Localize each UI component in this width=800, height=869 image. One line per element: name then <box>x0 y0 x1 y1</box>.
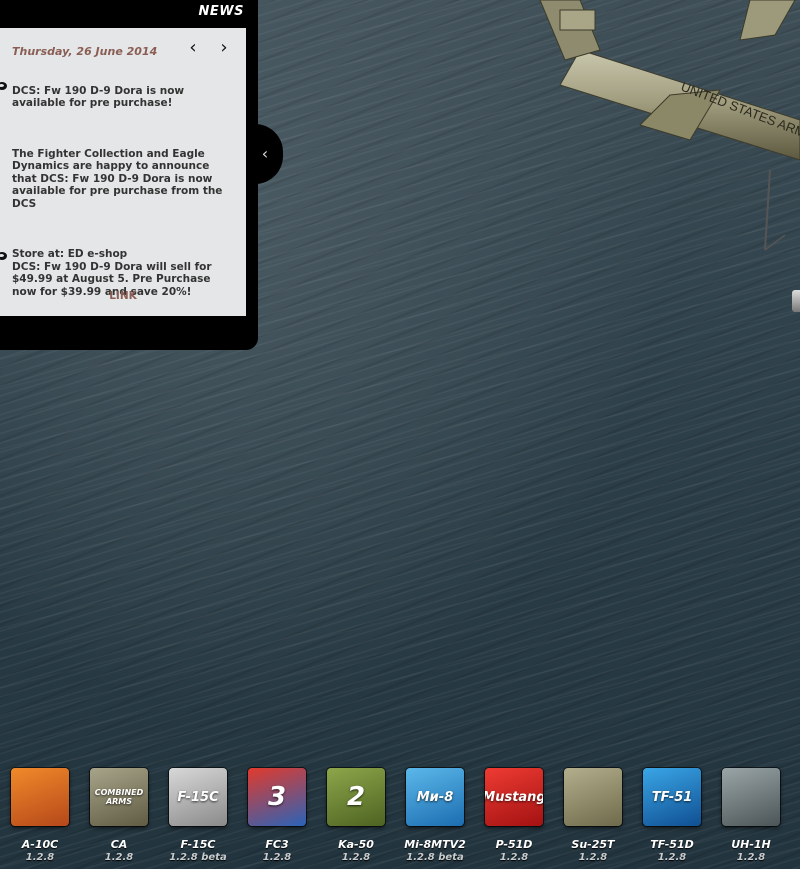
tank-icon: COMBINED ARMS <box>90 768 148 826</box>
module-tile-label: Ми-8 <box>416 789 454 805</box>
module-tile-label <box>11 768 69 826</box>
chevron-left-icon: ‹ <box>261 144 269 163</box>
su25-aircraft-icon <box>564 768 622 826</box>
module-ca[interactable]: COMBINED ARMS CA 1.2.8 <box>84 768 154 864</box>
helicopter-icon: 2 <box>327 768 385 826</box>
helicopter-icon: Ми-8 <box>406 768 464 826</box>
module-version: 1.2.8 <box>736 852 766 863</box>
news-body: Thursday, 26 June 2014 ‹ › DCS: Fw 190 D… <box>0 28 246 316</box>
module-version: 1.2.8 <box>104 852 134 863</box>
news-date: Thursday, 26 June 2014 <box>12 45 158 58</box>
module-a-10c[interactable]: A-10C 1.2.8 <box>5 768 75 864</box>
module-name: CA <box>110 838 128 851</box>
module-su-25t[interactable]: Su-25T 1.2.8 <box>558 768 628 864</box>
f15-shield-icon: F-15C <box>169 768 227 826</box>
module-name: A-10C <box>21 838 59 851</box>
module-name: UH-1H <box>731 838 771 851</box>
module-tile-label: Mustang <box>485 789 543 805</box>
p51-aircraft-icon: TF-51 <box>643 768 701 826</box>
module-version: 1.2.8 <box>499 852 529 863</box>
module-name: FC3 <box>265 838 289 851</box>
module-mi-8mtv2[interactable]: Ми-8 Mi-8MTV2 1.2.8 beta <box>400 768 470 864</box>
module-name: TF-51D <box>650 838 694 851</box>
module-version: 1.2.8 <box>25 852 55 863</box>
chevron-right-icon: › <box>220 37 228 58</box>
module-name: Su-25T <box>571 838 615 851</box>
module-name: F-15C <box>180 838 216 851</box>
module-version: 1.2.8 <box>657 852 687 863</box>
news-paragraph: DCS: Fw 190 D-9 Dora is now available fo… <box>12 84 185 110</box>
bullet-icon <box>0 252 7 260</box>
module-name: Ka-50 <box>338 838 374 851</box>
module-p-51d[interactable]: Mustang P-51D 1.2.8 <box>479 768 549 864</box>
module-ka-50[interactable]: 2 Ka-50 1.2.8 <box>321 768 391 864</box>
module-version: 1.2.8 <box>578 852 608 863</box>
news-paragraph: The Fighter Collection and Eagle Dynamic… <box>12 147 223 210</box>
module-tile-label <box>722 768 780 826</box>
module-tile-label: TF-51 <box>651 789 693 805</box>
right-edge-handle[interactable] <box>792 290 800 312</box>
module-tile-label: COMBINED ARMS <box>94 788 144 806</box>
module-tile-label: 2 <box>346 782 366 812</box>
news-prev-button[interactable]: ‹ <box>185 38 201 58</box>
helicopter-illustration: UNITED STATES ARMY <box>539 0 800 251</box>
module-name: Mi-8MTV2 <box>404 838 466 851</box>
huey-helicopter-icon <box>722 768 780 826</box>
module-dock: A-10C 1.2.8 COMBINED ARMS CA 1.2.8 F-15C F-15C… <box>0 762 800 869</box>
news-next-button[interactable]: › <box>216 38 232 58</box>
news-panel: NEWS Thursday, 26 June 2014 ‹ › DCS: Fw … <box>0 0 258 350</box>
module-tile-label <box>564 768 622 826</box>
module-version: 1.2.8 beta <box>406 852 464 863</box>
module-tf-51d[interactable]: TF-51 TF-51D 1.2.8 <box>637 768 707 864</box>
module-version: 1.2.8 <box>341 852 371 863</box>
chevron-left-icon: ‹ <box>189 37 197 58</box>
module-version: 1.2.8 beta <box>169 852 227 863</box>
module-tile-label: F-15C <box>177 789 219 805</box>
news-article: DCS: Fw 190 D-9 Dora is now available fo… <box>12 72 227 311</box>
module-tile-label: 3 <box>267 782 287 812</box>
module-version: 1.2.8 <box>262 852 292 863</box>
bullet-icon <box>0 82 7 90</box>
news-header: NEWS <box>198 4 244 19</box>
a10-aircraft-icon <box>11 768 69 826</box>
module-name: P-51D <box>495 838 533 851</box>
p51-aircraft-icon: Mustang <box>485 768 543 826</box>
star-icon: 3 <box>248 768 306 826</box>
module-uh-1h[interactable]: UH-1H 1.2.8 <box>716 768 786 864</box>
module-fc3[interactable]: 3 FC3 1.2.8 <box>242 768 312 864</box>
module-f-15c[interactable]: F-15C F-15C 1.2.8 beta <box>163 768 233 864</box>
news-link[interactable]: LINK <box>0 290 246 302</box>
